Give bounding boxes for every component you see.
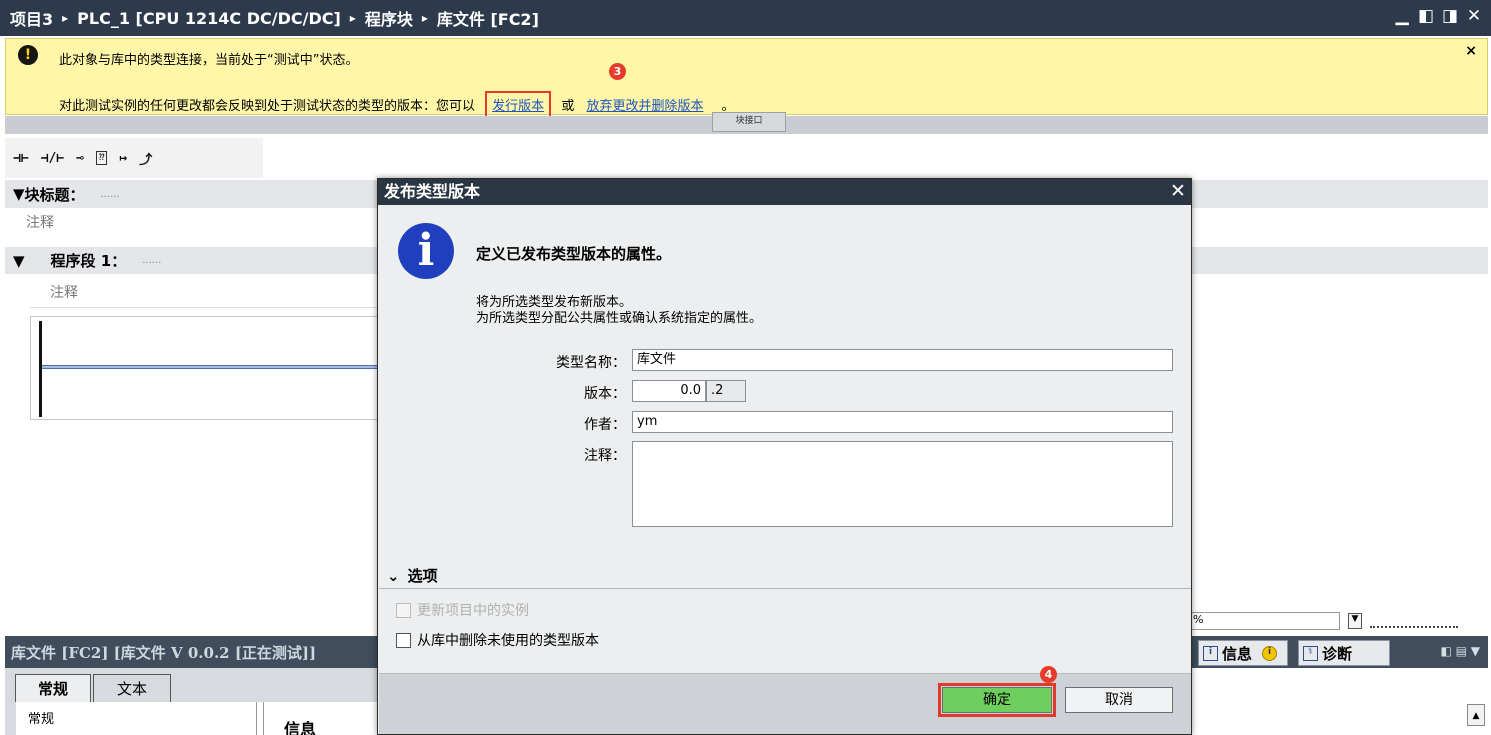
dialog-description: 将为所选类型发布新版本。 为所选类型分配公共属性或确认系统指定的属性。 <box>476 295 762 327</box>
empty-box-icon[interactable]: ⁇ <box>95 151 108 165</box>
panel-options-icon[interactable]: ◧ ▤ ▼ <box>1440 644 1480 658</box>
step-badge: 4 <box>1040 666 1057 683</box>
options-section-header[interactable]: ⌄ 选项 <box>379 563 1191 589</box>
scroll-up-icon[interactable]: ▲ <box>1467 704 1485 726</box>
normally-closed-contact-icon[interactable]: ⊣/⊢ <box>41 151 64 166</box>
delete-unused-label: 从库中删除未使用的类型版本 <box>417 633 599 649</box>
network-title-value[interactable]: ...... <box>142 255 161 266</box>
dialog-heading: 定义已发布类型版本的属性。 <box>476 245 672 263</box>
release-version-link[interactable]: 发行版本 <box>485 91 552 118</box>
breadcrumb-plc[interactable]: PLC_1 [CPU 1214C DC/DC/DC] <box>77 9 341 28</box>
collapse-triangle-icon[interactable]: ▼ <box>13 252 25 270</box>
release-version-dialog: 发布类型版本 ✕ i 定义已发布类型版本的属性。 将为所选类型发布新版本。 为所… <box>377 178 1192 735</box>
dialog-title: 发布类型版本 <box>378 179 1191 205</box>
tab-general[interactable]: 常规 <box>15 674 91 702</box>
tab-info[interactable]: i 信息 i <box>1198 640 1288 666</box>
version-major-field[interactable]: 0.0 <box>632 380 706 402</box>
normally-open-contact-icon[interactable]: ⊣⊢ <box>13 151 29 166</box>
lad-toolbar: ⊣⊢ ⊣/⊢ ⊸ ⁇ ↦ ⤴ <box>5 138 263 178</box>
banner-message: 此对象与库中的类型连接，当前处于“测试中”状态。 <box>59 53 359 68</box>
block-title-value[interactable]: ...... <box>101 189 120 200</box>
properties-nav-general[interactable]: 常规 <box>28 708 54 727</box>
banner-instruction-text: 对此测试实例的任何更改都会反映到处于测试状态的类型的版本：您可以 <box>59 99 476 114</box>
type-name-field[interactable]: 库文件 <box>632 349 1173 371</box>
coil-icon[interactable]: ⊸ <box>76 151 84 166</box>
close-branch-icon[interactable]: ⤴ <box>139 149 152 168</box>
info-tab-icon: i <box>1203 645 1218 661</box>
version-label: 版本： <box>584 386 626 402</box>
options-label: 选项 <box>407 567 438 585</box>
dialog-desc-line2: 为所选类型分配公共属性或确认系统指定的属性。 <box>476 311 763 326</box>
author-label: 作者： <box>584 417 626 433</box>
block-title-label: 块标题： <box>24 185 85 204</box>
tab-info-label: 信息 <box>1222 644 1253 663</box>
dialog-desc-line1: 将为所选类型发布新版本。 <box>476 295 633 310</box>
warning-icon: ! <box>18 45 38 65</box>
zoom-input[interactable]: % <box>1190 612 1340 630</box>
block-interface-tab[interactable]: 块接口 <box>712 112 786 132</box>
banner-close-icon[interactable]: × <box>1465 43 1477 59</box>
chevron-down-icon[interactable]: ▼ <box>1348 613 1362 629</box>
breadcrumb-program-blocks[interactable]: 程序块 <box>365 6 413 30</box>
zoom-slider[interactable] <box>1370 614 1458 628</box>
network-comment[interactable]: 注释 <box>30 278 378 308</box>
delete-unused-option[interactable]: 从库中删除未使用的类型版本 <box>396 630 599 650</box>
open-branch-icon[interactable]: ↦ <box>119 151 127 166</box>
window-controls: ▁ ◧ ◨ ✕ <box>1393 6 1483 26</box>
info-icon: i <box>398 223 454 279</box>
cancel-button[interactable]: 取消 <box>1065 687 1173 713</box>
ok-button[interactable]: 确定 <box>938 683 1056 717</box>
tab-diagnostics[interactable]: ⚕ 诊断 <box>1298 640 1390 666</box>
properties-title: 库文件 [FC2] [库文件 V 0.0.2 [正在测试]] <box>5 636 378 668</box>
comment-label: 注释： <box>584 448 626 464</box>
ladder-network[interactable] <box>30 316 379 420</box>
properties-body: 常规 信息 <box>16 702 378 735</box>
type-name-label: 类型名称： <box>556 355 626 371</box>
block-comment[interactable]: 注释 <box>26 212 54 232</box>
power-rail <box>39 321 42 417</box>
step-badge: 3 <box>609 63 626 80</box>
inspector-tabs: i 信息 i ⚕ 诊断 ◧ ▤ ▼ <box>1190 636 1488 668</box>
update-instances-label: 更新项目中的实例 <box>417 603 529 619</box>
minimize-icon[interactable]: ▁ <box>1393 6 1411 26</box>
maximize-icon[interactable]: ◨ <box>1441 6 1459 26</box>
breadcrumb-block[interactable]: 库文件 [FC2] <box>437 6 539 30</box>
tab-text[interactable]: 文本 <box>93 674 171 702</box>
discard-changes-link[interactable]: 放弃更改并删除版本 <box>586 99 703 114</box>
diagnostics-tab-icon: ⚕ <box>1303 645 1318 661</box>
info-badge-icon: i <box>1262 645 1278 661</box>
dialog-close-icon[interactable]: ✕ <box>1167 180 1189 202</box>
chevron-down-icon[interactable]: ⌄ <box>387 567 400 585</box>
network-label: 程序段 1： <box>50 252 127 270</box>
breadcrumb-separator-icon: ▸ <box>62 11 69 25</box>
properties-splitter[interactable] <box>256 702 264 735</box>
version-minor-field: .2 <box>706 380 746 402</box>
tab-diagnostics-label: 诊断 <box>1322 644 1353 663</box>
tia-portal-window: 项目3 ▸ PLC_1 [CPU 1214C DC/DC/DC] ▸ 程序块 ▸… <box>0 0 1491 735</box>
banner-or-text: 或 <box>561 99 575 114</box>
breadcrumb-separator-icon: ▸ <box>421 11 428 25</box>
test-status-banner: ! 此对象与库中的类型连接，当前处于“测试中”状态。 对此测试实例的任何更改都会… <box>5 38 1488 118</box>
inspector-body <box>1190 668 1488 735</box>
breadcrumb-project[interactable]: 项目3 <box>10 6 53 30</box>
breadcrumb-separator-icon: ▸ <box>349 11 356 25</box>
update-instances-checkbox <box>396 602 411 618</box>
update-instances-option: 更新项目中的实例 <box>396 600 529 620</box>
zoom-control: % ▼ <box>1190 610 1488 632</box>
comment-field[interactable] <box>632 441 1173 527</box>
properties-section-heading: 信息 <box>284 720 317 735</box>
collapse-triangle-icon[interactable]: ▼ <box>13 185 25 203</box>
editor-titlebar: 项目3 ▸ PLC_1 [CPU 1214C DC/DC/DC] ▸ 程序块 ▸… <box>0 0 1491 36</box>
delete-unused-checkbox[interactable] <box>396 632 411 648</box>
close-icon[interactable]: ✕ <box>1465 6 1483 26</box>
float-icon[interactable]: ◧ <box>1417 6 1435 26</box>
author-field[interactable]: ym <box>632 411 1173 433</box>
rung-wire[interactable] <box>42 365 379 369</box>
banner-instruction: 对此测试实例的任何更改都会反映到处于测试状态的类型的版本：您可以 发行版本 或 … <box>59 91 735 118</box>
dialog-footer: 确定 取消 <box>379 673 1191 734</box>
